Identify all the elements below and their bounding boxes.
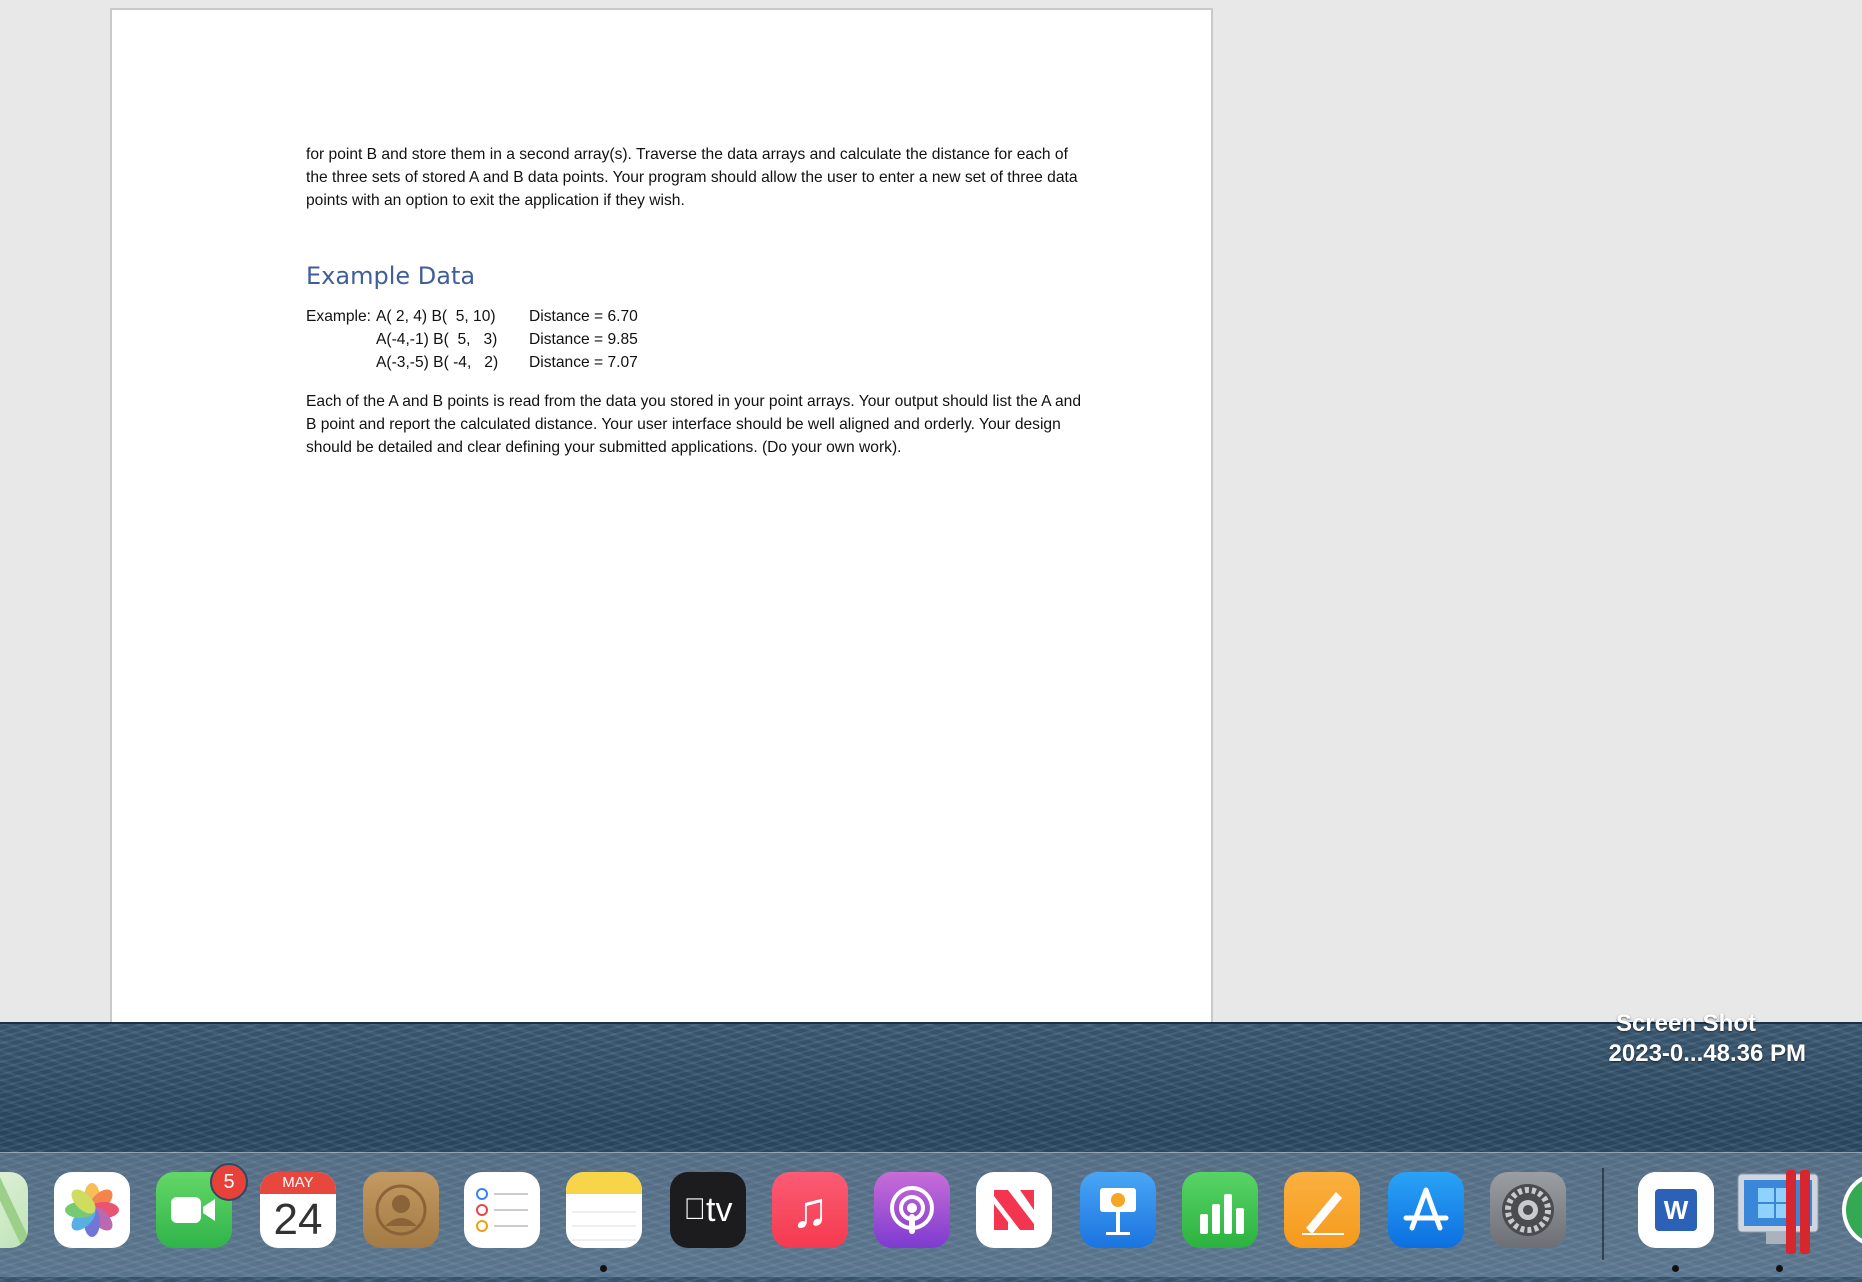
microsoft-word-icon[interactable]: W: [1638, 1172, 1714, 1248]
instructions-paragraph: for point B and store them in a second a…: [306, 146, 1078, 209]
screenshot-file-label-top: Screen Shot: [1615, 1010, 1756, 1037]
notification-badge: 5: [210, 1163, 248, 1201]
news-app-icon[interactable]: [976, 1172, 1052, 1248]
example-distance-3: Distance = 7.07: [529, 354, 638, 371]
pages-app-icon[interactable]: [1284, 1172, 1360, 1248]
screenshot-file-label[interactable]: Screen Shot 2023-0...48.36 PM: [1608, 1010, 1806, 1068]
running-indicator: [1776, 1265, 1783, 1272]
maps-app-icon[interactable]: [0, 1172, 28, 1248]
example-data-heading: Example Data: [306, 262, 476, 290]
keynote-app-icon[interactable]: [1080, 1172, 1156, 1248]
tv-label: tv: [694, 1190, 732, 1229]
podcasts-app-icon[interactable]: [874, 1172, 950, 1248]
example-label: Example:: [306, 308, 372, 325]
numbers-app-icon[interactable]: [1182, 1172, 1258, 1248]
reminders-app-icon[interactable]: [464, 1172, 540, 1248]
photos-app-icon[interactable]: [54, 1172, 130, 1248]
contacts-app-icon[interactable]: [363, 1172, 439, 1248]
example-points-2: A(-4,-1) B( 5, 3): [376, 331, 498, 348]
music-app-icon[interactable]: ♫: [772, 1172, 848, 1248]
calendar-app-icon[interactable]: MAY 24: [260, 1172, 336, 1248]
word-letter: W: [1655, 1189, 1697, 1231]
requirements-paragraph: Each of the A and B points is read from …: [306, 393, 1081, 456]
apple-tv-app-icon[interactable]: tv: [670, 1172, 746, 1248]
dock-separator: [1602, 1168, 1604, 1260]
screenshot-file-name: 2023-0...48.36 PM: [1608, 1040, 1806, 1067]
example-distance-2: Distance = 9.85: [529, 331, 638, 348]
document-viewer: for point B and store them in a second a…: [0, 0, 1862, 1024]
running-indicator: [600, 1265, 607, 1272]
calendar-month: MAY: [260, 1172, 336, 1194]
example-points-1: A( 2, 4) B( 5, 10): [376, 308, 496, 325]
example-distance-1: Distance = 6.70: [529, 308, 638, 325]
calendar-day: 24: [273, 1195, 323, 1244]
running-indicator: [1672, 1265, 1679, 1272]
parallels-windows-icon[interactable]: [1737, 1170, 1819, 1254]
notes-app-icon[interactable]: [566, 1172, 642, 1248]
example-points-3: A(-3,-5) B( -4, 2): [376, 354, 499, 371]
app-store-icon[interactable]: [1388, 1172, 1464, 1248]
system-preferences-icon[interactable]: [1490, 1172, 1566, 1248]
document-page[interactable]: for point B and store them in a second a…: [110, 8, 1213, 1024]
